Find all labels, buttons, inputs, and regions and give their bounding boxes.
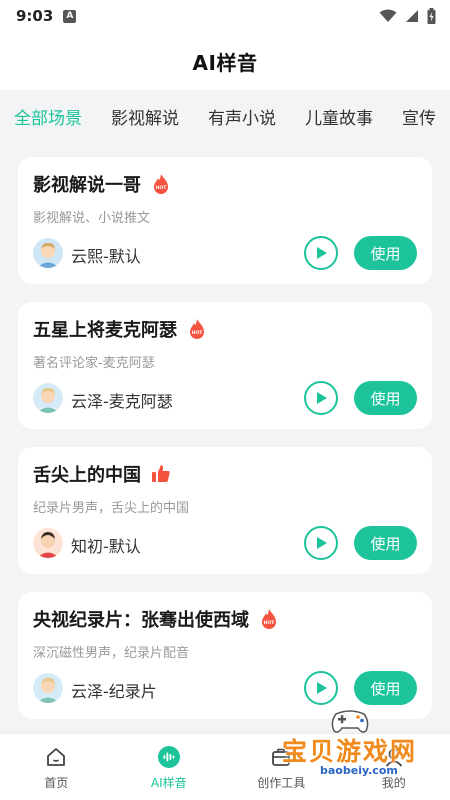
voice-wave-icon [157, 746, 180, 768]
card-title: 五星上将麦克阿瑟 [33, 320, 177, 341]
voice-card[interactable]: 央视纪录片：张骞出使西域 HOT 深沉磁性男声，纪录片配音 云泽-纪录片 使用 [18, 592, 432, 719]
nav-item-home[interactable]: 首页 [0, 734, 113, 800]
play-button[interactable] [304, 236, 338, 270]
play-icon [317, 247, 327, 259]
page-title: AI样音 [192, 50, 258, 75]
avatar [33, 673, 63, 703]
play-icon [317, 682, 327, 694]
card-title: 央视纪录片：张骞出使西域 [33, 610, 249, 631]
nav-item-profile[interactable]: 我的 [338, 734, 450, 800]
voice-name: 云泽-麦克阿瑟 [71, 392, 173, 411]
use-button[interactable]: 使用 [354, 236, 417, 270]
play-icon [317, 537, 327, 549]
profile-icon [383, 746, 405, 768]
nav-label: 我的 [381, 776, 406, 790]
status-icons [379, 8, 436, 24]
tab-children-stories[interactable]: 儿童故事 [305, 104, 373, 129]
toolbox-icon [270, 746, 292, 768]
nav-label: 创作工具 [257, 776, 306, 790]
tab-audio-novel[interactable]: 有声小说 [208, 104, 276, 129]
svg-text:HOT: HOT [192, 330, 204, 336]
tab-promotion[interactable]: 宣传 [402, 104, 436, 129]
svg-text:HOT: HOT [156, 185, 168, 191]
use-button[interactable]: 使用 [354, 526, 417, 560]
svg-text:HOT: HOT [264, 620, 276, 626]
battery-icon [427, 8, 436, 24]
nav-label: AI样音 [150, 776, 187, 790]
card-title: 舌尖上的中国 [33, 465, 141, 486]
thumbs-up-icon [152, 465, 170, 482]
bottom-nav: 首页 AI样音 创作工具 我的 [0, 733, 450, 800]
play-icon [317, 392, 327, 404]
card-description: 影视解说、小说推文 [33, 211, 151, 226]
avatar [33, 528, 63, 558]
status-bar: 9:03 A [0, 0, 450, 32]
play-button[interactable] [304, 381, 338, 415]
status-time: 9:03 [16, 7, 54, 25]
category-tabs: 全部场景 影视解说 有声小说 儿童故事 宣传 [0, 90, 450, 142]
hot-badge-icon: HOT [262, 609, 276, 629]
voice-card[interactable]: 影视解说一哥 HOT 影视解说、小说推文 云熙-默认 使用 [18, 157, 432, 284]
card-title: 影视解说一哥 [33, 175, 141, 196]
voice-name: 云泽-纪录片 [71, 682, 157, 701]
notification-icon: A [63, 9, 77, 23]
voice-card[interactable]: 五星上将麦克阿瑟 HOT 著名评论家-麦克阿瑟 云泽-麦克阿瑟 使用 [18, 302, 432, 429]
tab-all-scenes[interactable]: 全部场景 [14, 104, 82, 129]
hot-badge-icon: HOT [154, 174, 168, 194]
signal-icon [406, 10, 418, 22]
nav-item-creation-tools[interactable]: 创作工具 [225, 734, 338, 800]
wifi-icon [379, 9, 397, 22]
voice-name: 云熙-默认 [71, 247, 141, 266]
avatar [33, 383, 63, 413]
voice-card[interactable]: 舌尖上的中国 纪录片男声，舌尖上的中国 知初-默认 使用 [18, 447, 432, 574]
voice-name: 知初-默认 [71, 537, 141, 556]
home-icon [45, 746, 67, 768]
card-description: 著名评论家-麦克阿瑟 [33, 356, 155, 371]
title-bar: AI样音 [0, 32, 450, 90]
play-button[interactable] [304, 526, 338, 560]
nav-item-ai-voice[interactable]: AI样音 [113, 734, 226, 800]
use-button[interactable]: 使用 [354, 671, 417, 705]
tab-film-commentary[interactable]: 影视解说 [111, 104, 179, 129]
card-description: 纪录片男声，舌尖上的中国 [33, 501, 190, 516]
nav-label: 首页 [44, 776, 69, 790]
use-button[interactable]: 使用 [354, 381, 417, 415]
play-button[interactable] [304, 671, 338, 705]
avatar [33, 238, 63, 268]
card-description: 深沉磁性男声，纪录片配音 [33, 646, 190, 661]
hot-badge-icon: HOT [190, 319, 204, 339]
